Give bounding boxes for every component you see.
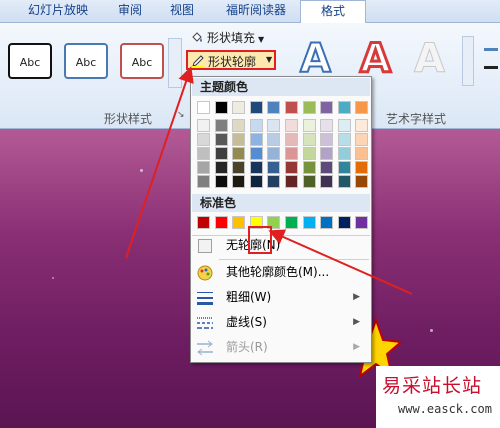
annotation-arrow <box>125 66 194 259</box>
watermark-url: www.easck.com <box>398 402 492 416</box>
watermark-title: 易采站长站 <box>382 375 483 397</box>
annotation-arrow <box>268 229 413 295</box>
annotation-arrows <box>125 66 413 295</box>
